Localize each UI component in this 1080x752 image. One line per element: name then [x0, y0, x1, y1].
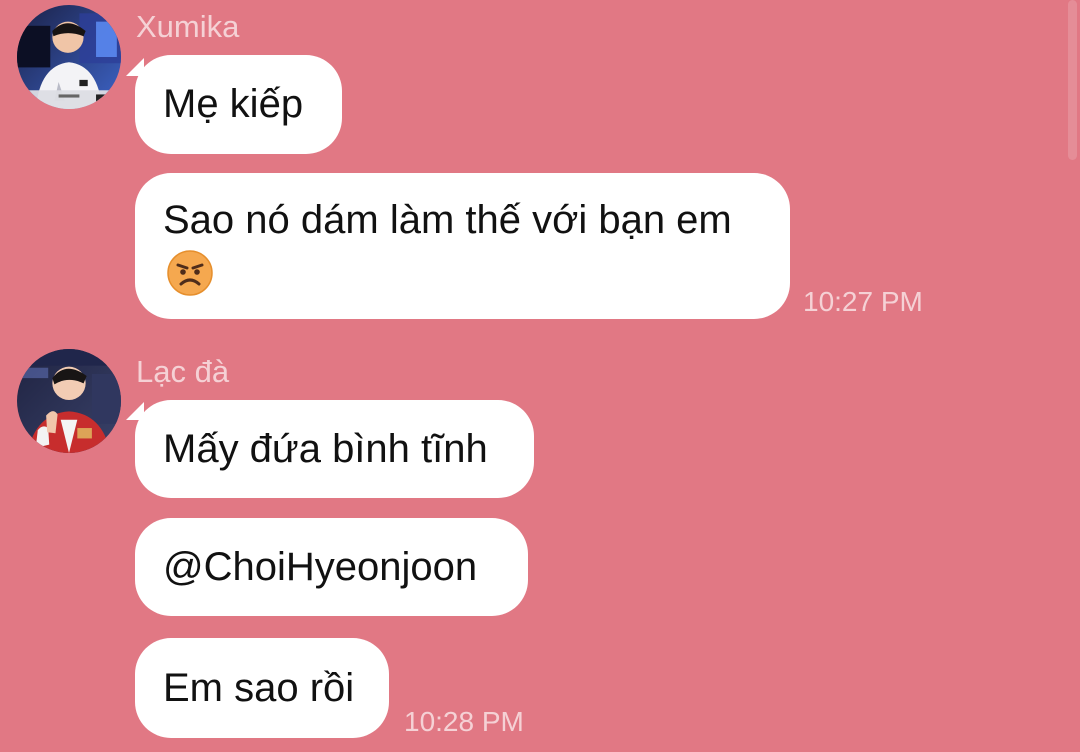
message-bubble[interactable]: Mẹ kiếp: [135, 55, 342, 154]
message-text: Mẹ kiếp: [163, 82, 304, 126]
avatar-lac-da[interactable]: [17, 349, 121, 453]
sender-name: Lạc đà: [136, 354, 230, 389]
message-time: 10:27 PM: [803, 286, 923, 317]
chat-area: Xumika Mẹ kiếp Sao nó dám làm thế với bạ…: [0, 0, 1080, 752]
message-bubble[interactable]: Em sao rồi: [135, 638, 389, 738]
message-text: Sao nó dám làm thế với bạn em: [163, 198, 732, 242]
message-bubble[interactable]: Sao nó dám làm thế với bạn em: [135, 173, 790, 319]
message-bubble[interactable]: @ChoiHyeonjoon: [135, 518, 528, 616]
avatar-xumika[interactable]: [17, 5, 121, 109]
message-time: 10:28 PM: [404, 706, 524, 737]
message-text: Mấy đứa bình tĩnh: [163, 427, 488, 471]
message-text: @ChoiHyeonjoon: [163, 545, 478, 589]
scrollbar[interactable]: [1068, 0, 1077, 160]
message-bubble[interactable]: Mấy đứa bình tĩnh: [135, 400, 534, 498]
message-text: Em sao rồi: [163, 666, 355, 710]
sender-name: Xumika: [136, 9, 240, 44]
angry-face-icon: [167, 250, 213, 296]
